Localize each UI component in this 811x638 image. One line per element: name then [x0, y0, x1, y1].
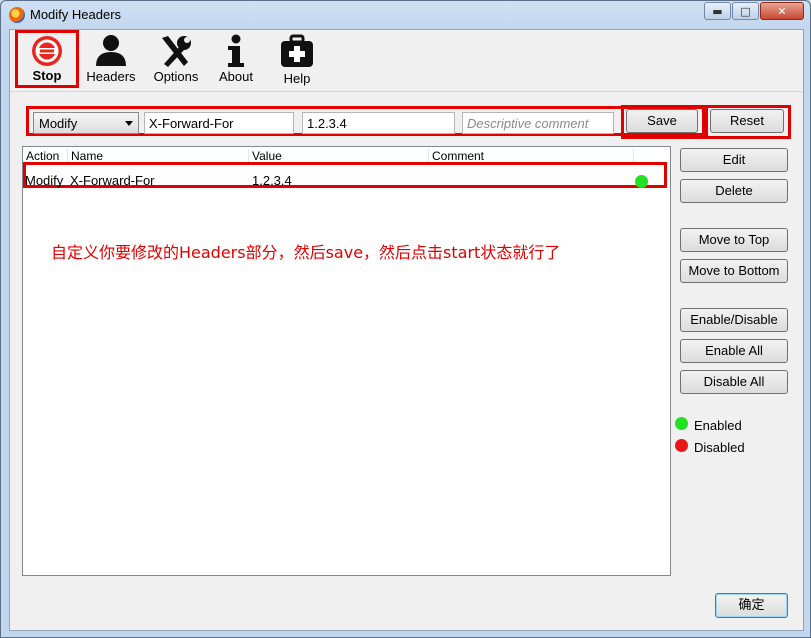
about-label: About [219, 69, 253, 84]
headers-label: Headers [86, 69, 136, 84]
minimize-button[interactable]: ▬ [704, 2, 731, 20]
stop-icon [32, 36, 62, 66]
headers-button[interactable]: Headers [80, 32, 142, 88]
reset-button[interactable]: Reset [710, 109, 784, 133]
toolbar: Stop Headers Options About Help [10, 30, 803, 92]
save-button[interactable]: Save [626, 109, 698, 133]
options-button[interactable]: Options [145, 32, 207, 88]
options-label: Options [153, 69, 199, 84]
user-icon [96, 35, 126, 66]
chevron-down-icon [125, 121, 133, 126]
maximize-button[interactable]: □ [732, 2, 759, 20]
stop-button[interactable]: Stop [15, 30, 79, 88]
enabled-legend-label: Enabled [694, 418, 742, 433]
row-value: 1.2.3.4 [252, 173, 292, 188]
move-to-bottom-button[interactable]: Move to Bottom [680, 259, 788, 283]
window-controls: ▬ □ ✕ [704, 2, 804, 20]
save-highlight: Save [621, 105, 705, 139]
reset-highlight: Reset [705, 105, 791, 139]
comment-input[interactable]: Descriptive comment [462, 112, 614, 134]
header-name-input[interactable]: X-Forward-For [144, 112, 294, 134]
move-to-top-button[interactable]: Move to Top [680, 228, 788, 252]
modify-headers-window: Modify Headers ▬ □ ✕ Stop Headers Option… [0, 0, 811, 638]
action-select[interactable]: Modify [33, 112, 139, 134]
stop-label: Stop [32, 68, 62, 83]
help-label: Help [283, 71, 311, 86]
enable-disable-button[interactable]: Enable/Disable [680, 308, 788, 332]
header-value-input[interactable]: 1.2.3.4 [302, 112, 455, 134]
row-action: Modify [25, 173, 64, 188]
headers-list[interactable]: Action Name Value Comment Modify X-Forwa… [22, 146, 671, 576]
disabled-legend-label: Disabled [694, 440, 745, 455]
title-bar[interactable]: Modify Headers ▬ □ ✕ [1, 1, 810, 29]
enable-all-button[interactable]: Enable All [680, 339, 788, 363]
first-aid-icon [281, 34, 313, 67]
action-select-value: Modify [39, 116, 78, 131]
info-icon [228, 34, 244, 67]
instruction-annotation: 自定义你要修改的Headers部分，然后save，然后点击start状态就行了 [51, 243, 561, 262]
ok-button[interactable]: 确定 [715, 593, 788, 618]
firefox-icon [9, 7, 25, 23]
help-button[interactable]: Help [266, 32, 328, 88]
row-name: X-Forward-For [70, 173, 155, 188]
edit-button[interactable]: Edit [680, 148, 788, 172]
window-title: Modify Headers [30, 7, 122, 22]
close-button[interactable]: ✕ [760, 2, 804, 20]
disable-all-button[interactable]: Disable All [680, 370, 788, 394]
dialog-body: Stop Headers Options About Help Modify X… [9, 29, 804, 631]
enabled-legend-icon [675, 417, 688, 430]
disabled-legend-icon [675, 439, 688, 452]
header-editor-row: Modify X-Forward-For 1.2.3.4 Descriptive… [26, 106, 706, 136]
enabled-status-icon [635, 175, 648, 188]
about-button[interactable]: About [205, 32, 267, 88]
delete-button[interactable]: Delete [680, 179, 788, 203]
tools-icon [162, 36, 191, 67]
